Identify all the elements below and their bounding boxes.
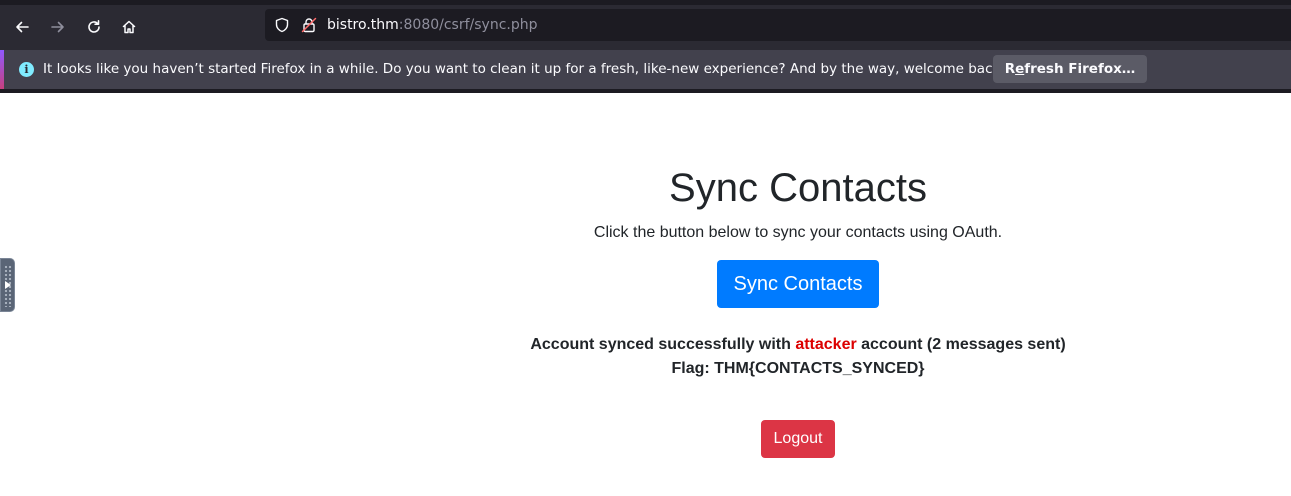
arrow-left-icon: [16, 21, 29, 33]
home-icon: [122, 20, 136, 34]
refresh-button-prefix: R: [1004, 61, 1016, 77]
forward-button[interactable]: [42, 11, 74, 43]
browser-toolbar: bistro.thm:8080/csrf/sync.php: [0, 5, 1291, 50]
shield-icon[interactable]: [274, 17, 290, 33]
insecure-lock-icon[interactable]: [301, 17, 317, 33]
status-text-after: account (2 messages sent): [856, 336, 1066, 353]
flag-text: Flag: THM{CONTACTS_SYNCED}: [671, 360, 925, 377]
home-button[interactable]: [113, 11, 145, 43]
notification-bar: i It looks like you haven’t started Fire…: [0, 50, 1291, 89]
page-subtitle: Click the button below to sync your cont…: [593, 224, 1003, 241]
logout-button[interactable]: Logout: [761, 420, 835, 458]
refresh-button-suffix: fresh Firefox…: [1024, 61, 1136, 77]
notification-message: It looks like you haven’t started Firefo…: [43, 61, 1006, 77]
refresh-button-accesskey: e: [1015, 61, 1025, 77]
back-button[interactable]: [6, 11, 38, 43]
url-port-path: :8080/csrf/sync.php: [398, 17, 538, 33]
reload-button[interactable]: [78, 11, 110, 43]
expand-arrow-icon: [5, 281, 11, 289]
sync-contacts-button[interactable]: Sync Contacts: [717, 260, 879, 308]
refresh-firefox-button[interactable]: Re fresh Firefox…: [993, 55, 1147, 83]
url-host: bistro.thm: [327, 17, 399, 33]
url-bar[interactable]: bistro.thm:8080/csrf/sync.php: [265, 9, 1291, 41]
reload-icon: [88, 20, 100, 33]
info-icon: i: [19, 62, 34, 77]
status-text-before: Account synced successfully with: [530, 336, 796, 353]
chrome-separator: [0, 89, 1291, 93]
arrow-right-icon: [51, 21, 64, 33]
notification-accent: [0, 50, 4, 89]
page-title: Sync Contacts: [669, 166, 927, 210]
sync-status-message: Account synced successfully with attacke…: [398, 335, 1198, 355]
side-panel-handle[interactable]: [0, 258, 15, 312]
status-attacker-highlight: attacker: [795, 336, 857, 353]
url-text[interactable]: bistro.thm:8080/csrf/sync.php: [327, 16, 537, 34]
